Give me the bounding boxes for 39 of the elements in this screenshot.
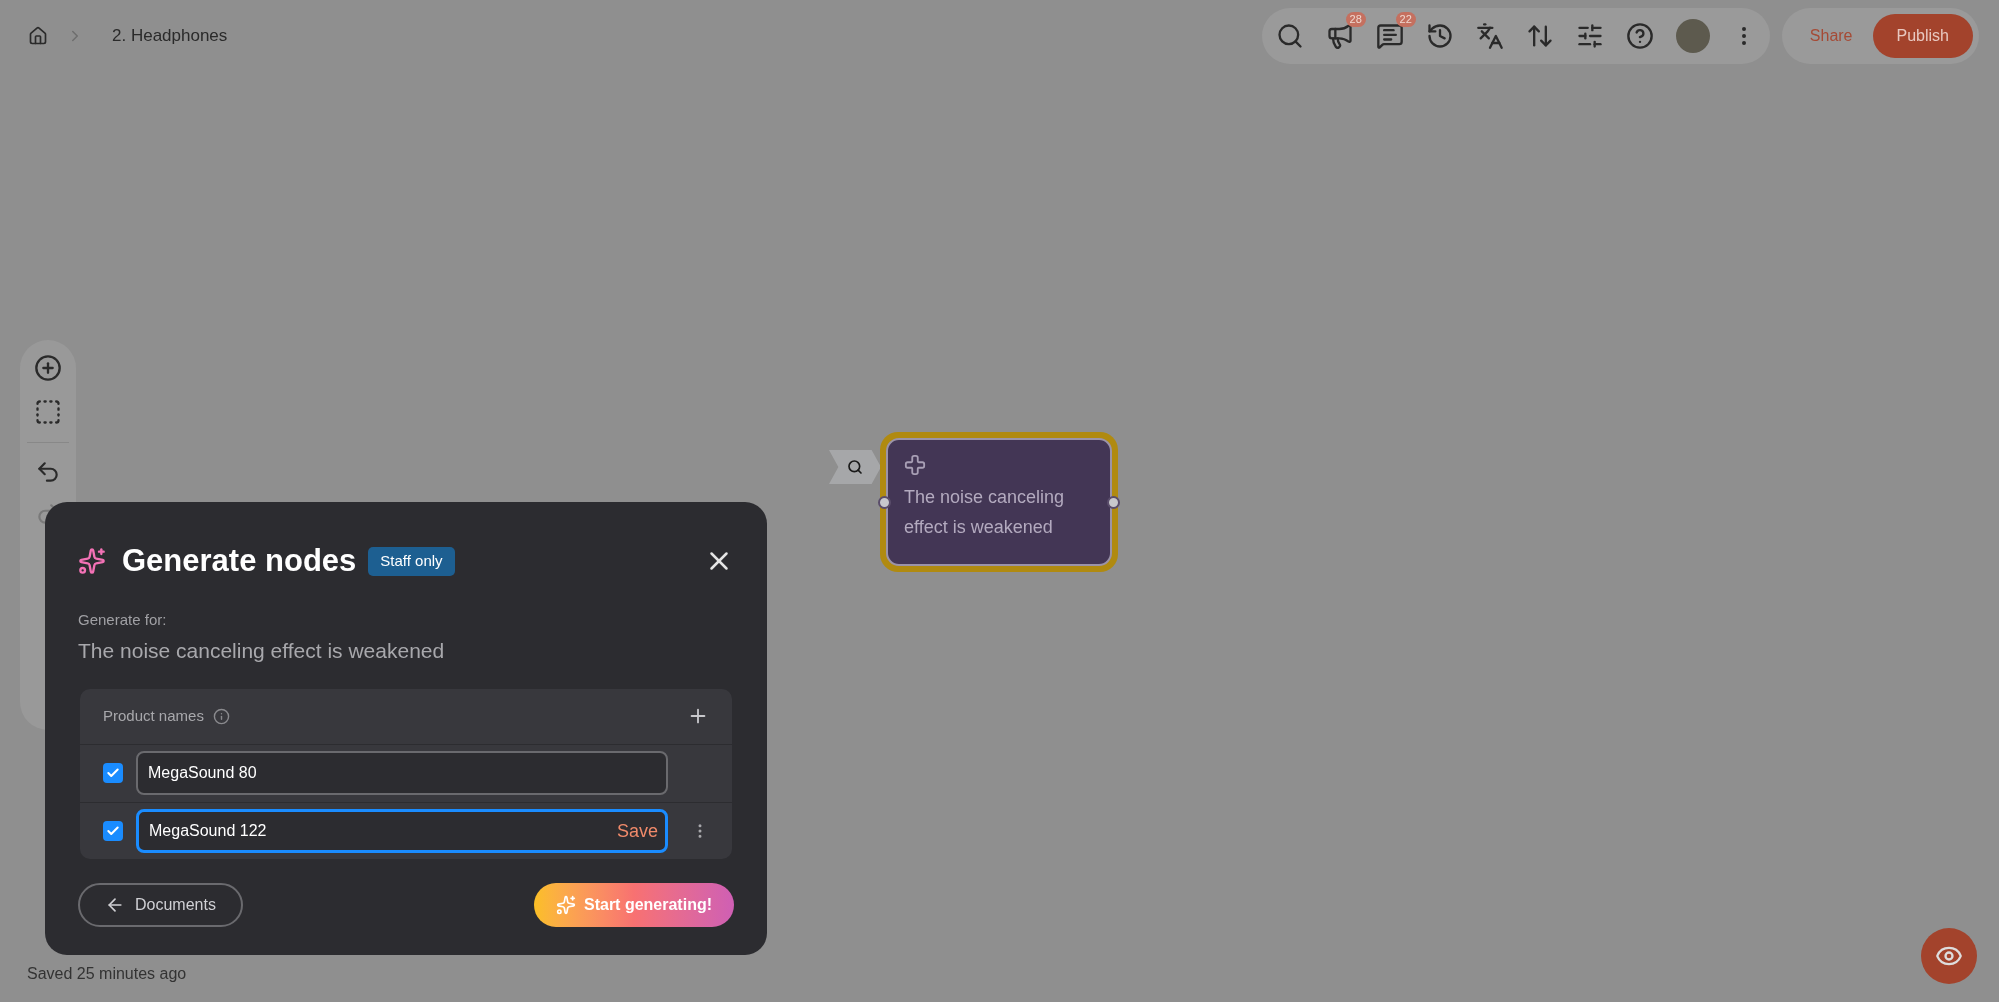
- preview-button[interactable]: [1921, 928, 1977, 984]
- check-icon: [106, 766, 120, 780]
- documents-button[interactable]: Documents: [78, 882, 243, 927]
- undo-icon[interactable]: [35, 459, 61, 485]
- node-card[interactable]: The noise canceling effect is weakened: [880, 432, 1118, 572]
- node-text: The noise canceling effect is weakened: [904, 486, 1066, 539]
- breadcrumb-item[interactable]: 2. Headphones: [112, 23, 228, 49]
- notification-badge: 22: [1395, 12, 1416, 27]
- section-label: Product names: [103, 705, 204, 726]
- sparkles-icon: [556, 894, 576, 915]
- add-icon[interactable]: [34, 354, 62, 382]
- saved-status: Saved 25 minutes ago: [27, 964, 187, 984]
- save-button[interactable]: Save: [616, 817, 658, 845]
- avatar[interactable]: [1675, 19, 1710, 53]
- checkbox[interactable]: [103, 820, 123, 841]
- select-icon[interactable]: [34, 398, 62, 426]
- dialog-title: Generate nodes: [122, 542, 357, 580]
- search-icon: [847, 459, 863, 475]
- target-text: The noise canceling effect is weakened: [78, 638, 446, 664]
- sparkles-icon: [78, 547, 106, 576]
- node-type-icon: [904, 454, 926, 476]
- help-icon[interactable]: [1625, 22, 1654, 50]
- info-icon[interactable]: [212, 707, 230, 725]
- translate-icon[interactable]: [1475, 22, 1504, 50]
- check-icon: [106, 823, 120, 838]
- product-name-field[interactable]: MegaSound 80: [136, 751, 668, 795]
- search-tag[interactable]: [829, 450, 881, 484]
- history-icon[interactable]: [1425, 22, 1454, 50]
- sliders-icon[interactable]: [1575, 22, 1604, 50]
- start-generating-button[interactable]: Start generating!: [534, 882, 734, 927]
- chat-icon[interactable]: [1375, 22, 1404, 50]
- search-icon[interactable]: [1275, 22, 1304, 50]
- staff-badge: Staff only: [368, 547, 455, 576]
- megaphone-icon[interactable]: [1325, 22, 1354, 50]
- notification-badge: 28: [1345, 12, 1366, 27]
- checkbox[interactable]: [103, 763, 123, 783]
- home-icon[interactable]: [28, 26, 48, 46]
- publish-button[interactable]: Publish: [1872, 14, 1973, 58]
- generate-for-label: Generate for:: [78, 609, 168, 630]
